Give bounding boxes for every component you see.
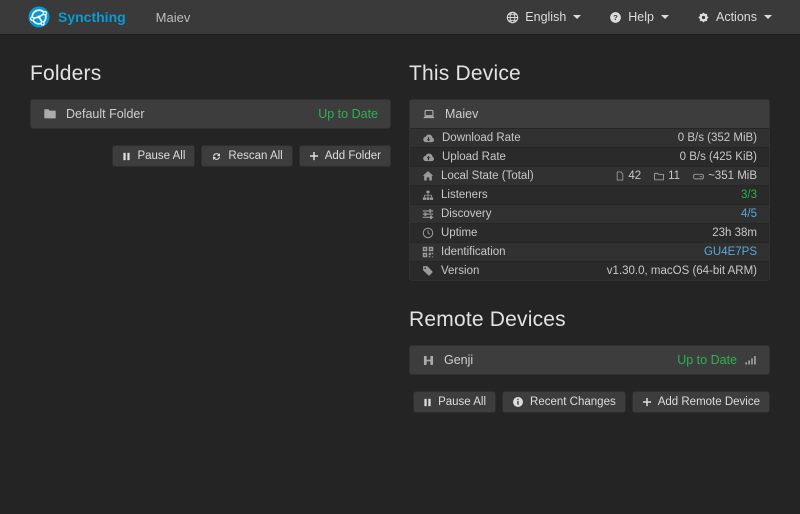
remote-device-row-genji[interactable]: Genji Up to Date <box>410 346 769 374</box>
devices-column: This Device Maiev Download Rate 0 B/s (3… <box>409 35 770 413</box>
listeners-value: 3/3 <box>741 189 757 201</box>
refresh-icon <box>211 151 222 162</box>
question-circle-icon: ? <box>609 11 622 24</box>
local-state-row: Local State (Total) 42 11 ~351 MiB <box>410 166 769 185</box>
device-icon <box>422 354 435 367</box>
language-menu-label: English <box>525 10 567 24</box>
this-device-header[interactable]: Maiev <box>410 100 769 128</box>
folder-panel: Default Folder Up to Date <box>30 99 391 129</box>
listeners-row: Listeners 3/3 <box>410 185 769 204</box>
pause-all-devices-button[interactable]: Pause All <box>413 391 497 413</box>
local-state-size: ~351 MiB <box>692 170 757 182</box>
pause-icon <box>423 397 432 408</box>
add-folder-button[interactable]: Add Folder <box>298 145 391 167</box>
folder-row-default[interactable]: Default Folder Up to Date <box>31 100 390 128</box>
cloud-upload-icon <box>422 152 435 163</box>
plus-icon <box>309 151 319 161</box>
local-state-files: 42 <box>615 170 641 182</box>
remote-devices-actions: Pause All Recent Changes Add Remote Devi… <box>409 391 770 413</box>
globe-icon <box>506 11 519 24</box>
discovery-value: 4/5 <box>741 208 757 220</box>
sliders-icon <box>422 208 434 220</box>
help-menu-label: Help <box>628 10 654 24</box>
this-device-name: Maiev <box>445 107 479 121</box>
remote-device-panel: Genji Up to Date <box>409 345 770 375</box>
upload-rate-value: 0 B/s (425 KiB) <box>679 151 757 163</box>
uptime-value: 23h 38m <box>712 227 757 239</box>
language-menu[interactable]: English <box>506 10 582 24</box>
home-icon <box>422 170 434 182</box>
hdd-icon <box>692 171 705 182</box>
remote-device-status-badge: Up to Date <box>677 353 737 367</box>
remote-devices-heading: Remote Devices <box>409 308 566 331</box>
folder-status-badge: Up to Date <box>318 107 378 121</box>
laptop-icon <box>422 108 436 121</box>
cloud-download-icon <box>422 133 435 144</box>
svg-text:?: ? <box>613 13 618 22</box>
qrcode-icon <box>422 246 434 258</box>
rescan-all-button[interactable]: Rescan All <box>201 145 293 167</box>
folders-heading: Folders <box>30 62 102 85</box>
sitemap-icon <box>422 190 434 201</box>
folder-outline-icon <box>653 171 665 182</box>
navbar: Syncthing Maiev English ? Help Actions <box>0 0 800 35</box>
folders-column: Folders Default Folder Up to Date Pause … <box>30 35 391 413</box>
version-row: Version v1.30.0, macOS (64-bit ARM) <box>410 261 769 280</box>
identification-value[interactable]: GU4E7PS <box>704 246 757 258</box>
brand-name: Syncthing <box>58 9 126 25</box>
help-menu[interactable]: ? Help <box>609 10 669 24</box>
chevron-down-icon <box>573 15 582 19</box>
gear-icon <box>697 11 710 24</box>
folder-icon <box>43 107 57 121</box>
pause-icon <box>122 151 131 162</box>
info-circle-icon <box>512 396 524 408</box>
recent-changes-button[interactable]: Recent Changes <box>502 391 626 413</box>
navbar-device-name: Maiev <box>155 9 191 25</box>
discovery-row: Discovery 4/5 <box>410 204 769 223</box>
download-rate-value: 0 B/s (352 MiB) <box>677 132 757 144</box>
file-icon <box>615 170 625 182</box>
chevron-down-icon <box>661 15 669 19</box>
actions-menu-label: Actions <box>716 10 757 24</box>
remote-device-name: Genji <box>444 353 474 367</box>
signal-bars-icon <box>744 354 757 366</box>
local-state-directories: 11 <box>653 170 680 182</box>
pause-all-folders-button[interactable]: Pause All <box>112 145 196 167</box>
brand[interactable]: Syncthing <box>28 6 126 28</box>
syncthing-logo-icon <box>28 6 50 28</box>
this-device-panel: Maiev Download Rate 0 B/s (352 MiB) Uplo… <box>409 99 770 281</box>
download-rate-row: Download Rate 0 B/s (352 MiB) <box>410 128 769 147</box>
this-device-heading: This Device <box>409 62 521 85</box>
actions-menu[interactable]: Actions <box>697 10 772 24</box>
identification-row: Identification GU4E7PS <box>410 242 769 261</box>
this-device-table: Download Rate 0 B/s (352 MiB) Upload Rat… <box>410 128 769 280</box>
tag-icon <box>422 265 434 277</box>
add-remote-device-button[interactable]: Add Remote Device <box>631 391 770 413</box>
clock-icon <box>422 227 434 239</box>
uptime-row: Uptime 23h 38m <box>410 223 769 242</box>
version-value: v1.30.0, macOS (64-bit ARM) <box>606 265 757 277</box>
folder-name: Default Folder <box>66 107 145 121</box>
chevron-down-icon <box>764 15 772 19</box>
plus-icon <box>642 397 652 407</box>
upload-rate-row: Upload Rate 0 B/s (425 KiB) <box>410 147 769 166</box>
folders-actions: Pause All Rescan All Add Folder <box>30 145 391 167</box>
